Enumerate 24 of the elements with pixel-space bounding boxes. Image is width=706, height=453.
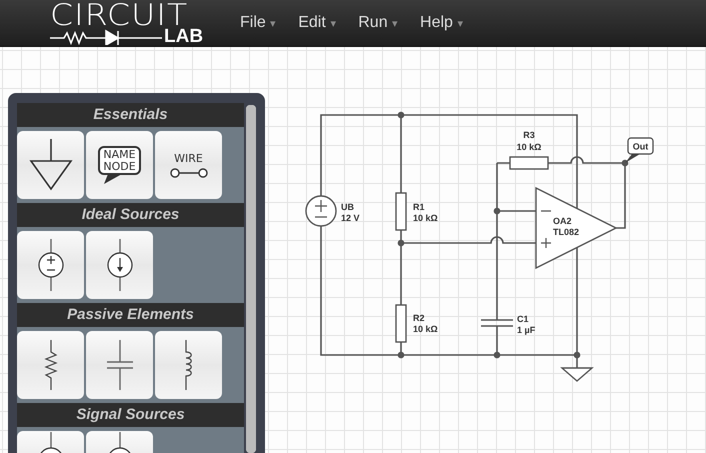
part-tile[interactable]: NAME NODE: [86, 131, 153, 199]
component-label: OA2: [553, 216, 572, 226]
component-value: 12 V: [341, 213, 360, 223]
logo-text: LAB: [164, 27, 204, 46]
component-value: 10 kΩ: [413, 324, 438, 334]
logo-text: CIRCUIT: [50, 0, 188, 30]
component-label: R2: [413, 313, 425, 323]
menu-button[interactable]: File ▾: [240, 14, 276, 32]
component-label: UB: [341, 202, 354, 212]
section-header: Essentials: [17, 103, 244, 127]
section-header: Ideal Sources: [17, 203, 244, 227]
component-value: 1 µF: [517, 325, 536, 335]
component-label: R1: [413, 202, 425, 212]
menu-button[interactable]: Run ▾: [358, 14, 398, 32]
menu-button[interactable]: Edit ▾: [298, 14, 336, 32]
component-value: TL082: [553, 227, 580, 237]
component-value: 10 kΩ: [413, 213, 438, 223]
section-header: Passive Elements: [17, 303, 244, 327]
menu-button[interactable]: Help ▾: [420, 14, 464, 32]
component-label: C1: [517, 314, 529, 324]
section-header: Signal Sources: [17, 403, 244, 427]
part-tile[interactable]: WIRE: [155, 131, 222, 199]
component-label: R3: [523, 130, 535, 140]
component-value: 10 kΩ: [516, 142, 542, 152]
